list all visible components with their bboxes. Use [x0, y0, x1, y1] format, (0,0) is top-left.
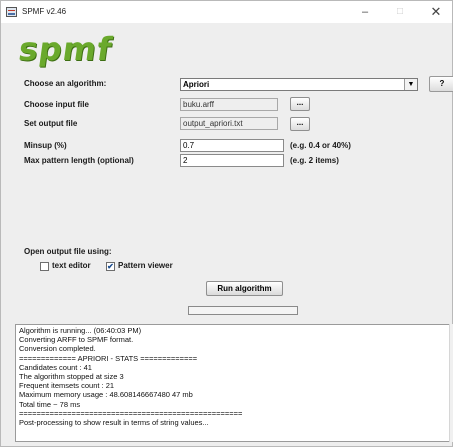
algorithm-select[interactable]: Apriori ▼ — [180, 78, 418, 91]
title-bar: SPMF v2.46 – □ ✕ — [1, 1, 452, 23]
minsup-hint: (e.g. 0.4 or 40%) — [290, 141, 351, 150]
progress-bar — [188, 306, 298, 315]
minimize-button[interactable]: – — [353, 4, 377, 20]
maximize-button[interactable]: □ — [388, 4, 412, 20]
pattern-viewer-label[interactable]: Pattern viewer — [118, 261, 173, 270]
close-button[interactable]: ✕ — [424, 4, 448, 20]
minsup-input[interactable]: 0.7 — [180, 139, 284, 152]
open-output-label: Open output file using: — [24, 247, 112, 256]
help-button[interactable]: ? — [429, 76, 453, 92]
algorithm-label: Choose an algorithm: — [24, 79, 107, 88]
input-file-field[interactable]: buku.arff — [180, 98, 278, 111]
console-line: Post-processing to show result in terms … — [19, 418, 209, 427]
text-editor-checkbox[interactable] — [40, 262, 49, 271]
minsup-label: Minsup (%) — [24, 141, 67, 150]
window-title: SPMF v2.46 — [22, 7, 67, 16]
browse-input-button[interactable]: ... — [290, 97, 310, 111]
console-line: ============= APRIORI - STATS ==========… — [19, 353, 198, 363]
spmf-window: SPMF v2.46 – □ ✕ spmf Choose an algorith… — [0, 0, 453, 447]
pattern-viewer-checkbox[interactable]: ✔ — [106, 262, 115, 271]
console-line: Total time ~ 78 ms — [19, 399, 81, 409]
console-line: Frequent itemsets count : 21 — [19, 381, 115, 391]
max-length-label: Max pattern length (optional) — [24, 156, 134, 165]
run-algorithm-button[interactable]: Run algorithm — [206, 281, 283, 296]
console-line: ========================================… — [19, 408, 243, 418]
algorithm-value: Apriori — [183, 80, 210, 89]
console-line: Candidates count : 41 — [19, 362, 92, 372]
input-file-label: Choose input file — [24, 100, 89, 109]
console-scrollbar[interactable] — [449, 324, 453, 442]
output-file-label: Set output file — [24, 119, 78, 128]
console-line: Converting ARFF to SPMF format. — [19, 335, 134, 345]
console-line: Algorithm is running... (06:40:03 PM) — [19, 326, 142, 335]
console-line: The algorithm stopped at size 3 — [19, 372, 124, 381]
text-editor-label[interactable]: text editor — [52, 261, 91, 270]
chevron-down-icon[interactable]: ▼ — [404, 79, 417, 90]
output-console[interactable]: Algorithm is running... (06:40:03 PM) Con… — [15, 324, 453, 442]
console-line: Maximum memory usage : 48.608146667480 4… — [19, 390, 193, 400]
console-line: Conversion completed. — [19, 344, 96, 354]
browse-output-button[interactable]: ... — [290, 117, 310, 131]
output-file-field[interactable]: output_apriori.txt — [180, 117, 278, 130]
app-icon — [6, 7, 17, 17]
spmf-logo: spmf — [16, 30, 115, 68]
max-length-hint: (e.g. 2 items) — [290, 156, 339, 165]
max-length-input[interactable]: 2 — [180, 154, 284, 167]
